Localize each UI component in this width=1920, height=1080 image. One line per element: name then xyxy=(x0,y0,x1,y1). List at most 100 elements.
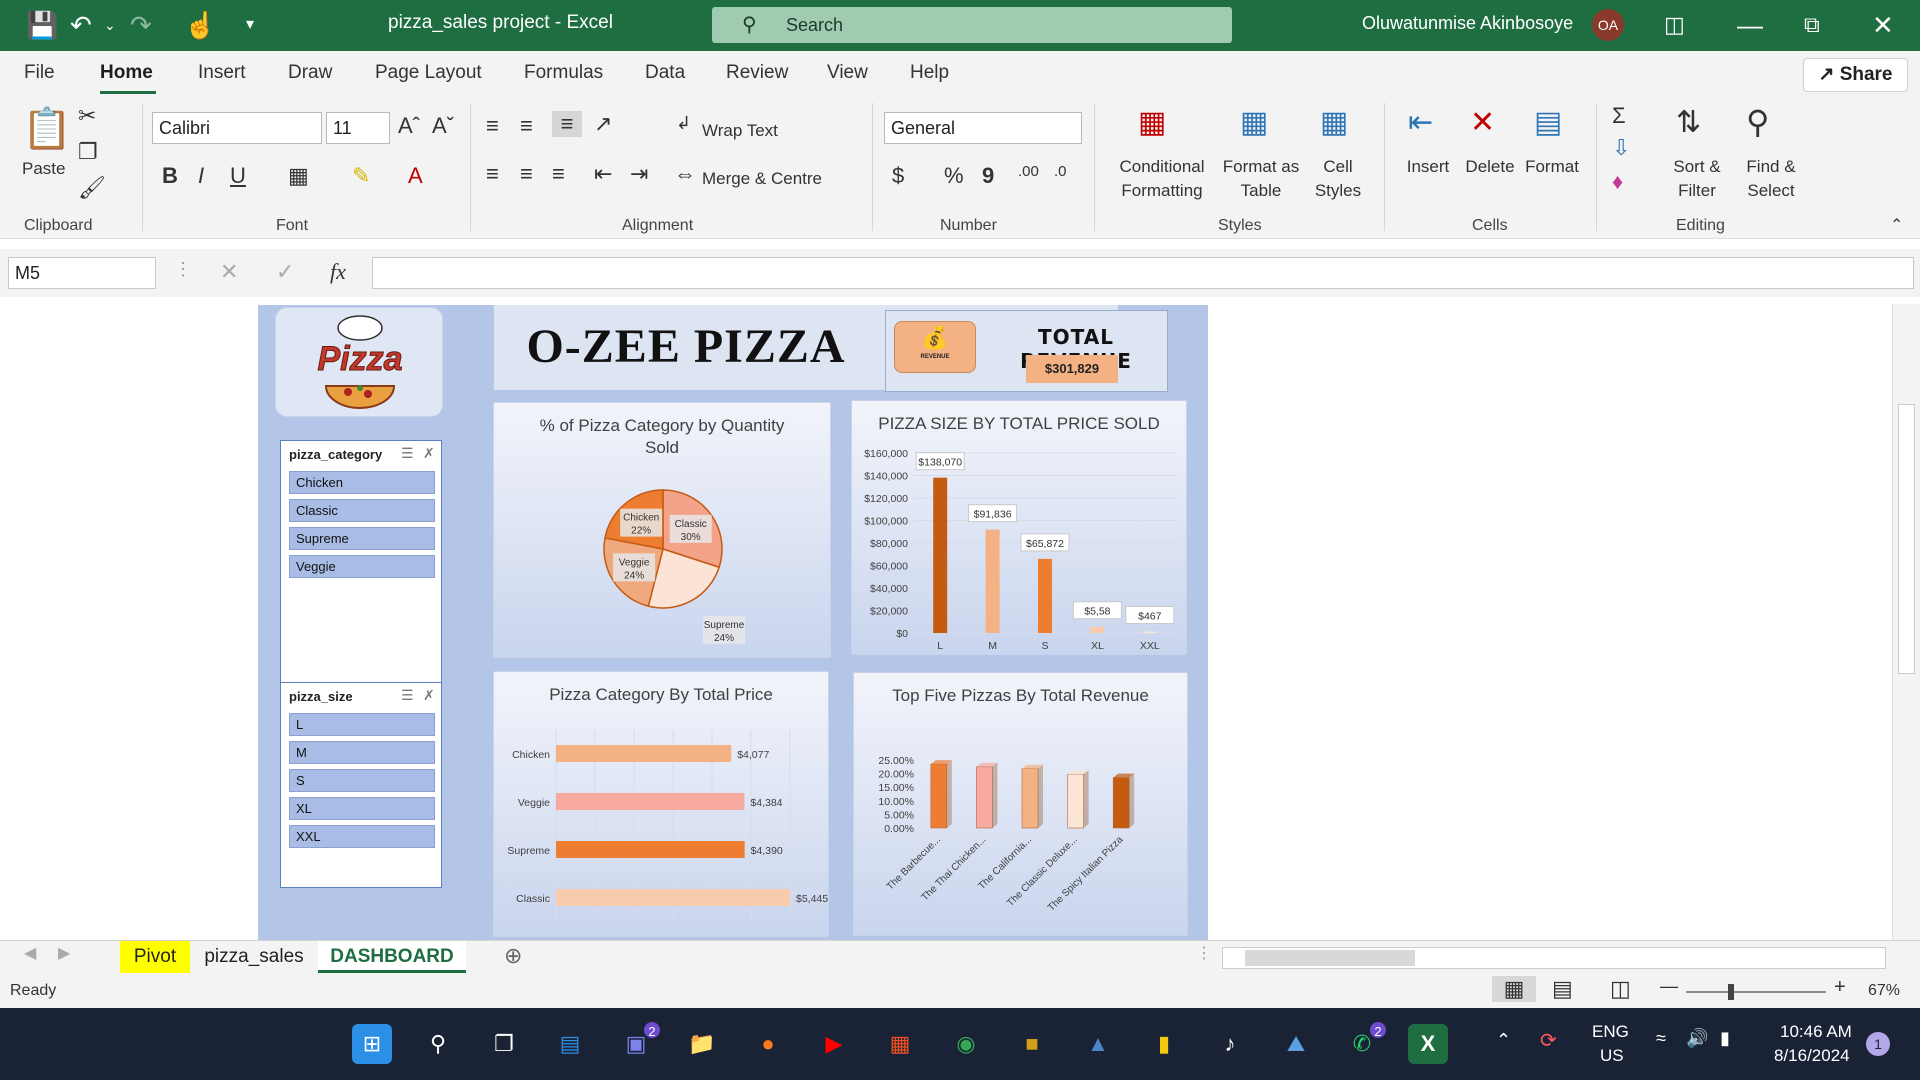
find-select-label-1[interactable]: Find & xyxy=(1738,157,1804,177)
tab-data[interactable]: Data xyxy=(645,62,685,84)
slicer-item-supreme[interactable]: Supreme xyxy=(289,527,435,550)
sync-icon[interactable]: ⟳ xyxy=(1540,1028,1557,1053)
tab-insert[interactable]: Insert xyxy=(198,62,246,84)
wifi-icon[interactable]: ≈ xyxy=(1656,1028,1666,1049)
widgets-icon[interactable]: ▤ xyxy=(550,1024,590,1064)
slicer-item-xl[interactable]: XL xyxy=(289,797,435,820)
ribbon-display-icon[interactable]: ◫ xyxy=(1664,8,1685,42)
conditional-formatting-label-1[interactable]: Conditional xyxy=(1110,157,1214,177)
wrap-text-button[interactable]: Wrap Text xyxy=(702,121,778,141)
borders-icon[interactable]: ▦ xyxy=(288,163,309,189)
format-as-table-icon[interactable]: ▦ xyxy=(1240,105,1268,140)
number-format-select[interactable]: General xyxy=(884,112,1082,144)
increase-indent-icon[interactable]: ⇥ xyxy=(630,161,648,187)
tab-view[interactable]: View xyxy=(827,62,868,84)
horizontal-scrollbar[interactable] xyxy=(1222,947,1886,969)
chart-top-five-pizzas[interactable]: Top Five Pizzas By Total Revenue 0.00% 5.… xyxy=(853,672,1188,936)
minimize-icon[interactable]: — xyxy=(1737,8,1763,42)
conditional-formatting-label-2[interactable]: Formatting xyxy=(1110,181,1214,201)
align-bottom-icon[interactable]: ≡ xyxy=(552,111,582,137)
align-middle-icon[interactable]: ≡ xyxy=(520,113,533,139)
undo-dropdown-icon[interactable]: ⌄ xyxy=(104,8,116,42)
youtube-icon[interactable]: ▶ xyxy=(814,1024,854,1064)
clock-time[interactable]: 10:46 AM xyxy=(1780,1022,1852,1042)
cancel-entry-icon[interactable]: ✕ xyxy=(220,259,238,285)
clear-filter-icon[interactable]: ✗ xyxy=(423,687,435,704)
tab-home[interactable]: Home xyxy=(100,62,153,84)
copy-icon[interactable]: ❐ xyxy=(78,139,98,165)
zoom-level[interactable]: 67% xyxy=(1868,982,1900,1000)
firefox-icon[interactable]: ● xyxy=(748,1024,788,1064)
tab-file[interactable]: File xyxy=(24,62,55,84)
page-layout-view-icon[interactable]: ▤ xyxy=(1552,976,1573,1002)
scroll-thumb[interactable] xyxy=(1898,404,1915,674)
align-right-icon[interactable]: ≡ xyxy=(552,161,565,187)
sort-filter-label-2[interactable]: Filter xyxy=(1664,181,1730,201)
font-name-select[interactable]: Calibri xyxy=(152,112,322,144)
paste-button[interactable]: Paste xyxy=(22,159,65,179)
tab-help[interactable]: Help xyxy=(910,62,949,84)
slicer-item-veggie[interactable]: Veggie xyxy=(289,555,435,578)
language-code[interactable]: ENG xyxy=(1592,1022,1629,1042)
align-top-icon[interactable]: ≡ xyxy=(486,113,499,139)
slicer-item-chicken[interactable]: Chicken xyxy=(289,471,435,494)
formula-input[interactable] xyxy=(372,257,1914,289)
undo-icon[interactable]: ↶ xyxy=(70,8,92,42)
chart-category-pie[interactable]: % of Pizza Category by Quantity Sold Chi… xyxy=(493,402,831,658)
slicer-item-s[interactable]: S xyxy=(289,769,435,792)
insert-function-button[interactable]: fx xyxy=(330,259,346,285)
zoom-slider-thumb[interactable] xyxy=(1728,984,1734,1000)
excel-icon[interactable]: X xyxy=(1408,1024,1448,1064)
app-icon[interactable]: ▲ xyxy=(1078,1024,1118,1064)
chart-size-by-price[interactable]: PIZZA SIZE BY TOTAL PRICE SOLD $0 $20,000… xyxy=(851,400,1187,655)
slicer-item-l[interactable]: L xyxy=(289,713,435,736)
format-cells-icon[interactable]: ▤ xyxy=(1534,105,1562,140)
search-icon[interactable]: ⚲ xyxy=(418,1024,458,1064)
name-box[interactable]: M5 xyxy=(8,257,156,289)
format-painter-icon[interactable]: 🖌 xyxy=(78,175,106,201)
task-view-icon[interactable]: ❐ xyxy=(484,1024,524,1064)
cell-styles-label-1[interactable]: Cell xyxy=(1308,157,1368,177)
sheet-tab-dashboard[interactable]: DASHBOARD xyxy=(318,941,466,973)
multi-select-icon[interactable]: ☰ xyxy=(401,445,414,462)
insert-cells-button[interactable]: Insert xyxy=(1398,157,1458,177)
tiktok-icon[interactable]: ♪ xyxy=(1210,1024,1250,1064)
align-center-icon[interactable]: ≡ xyxy=(520,161,533,187)
underline-button[interactable]: U xyxy=(230,163,246,189)
clear-icon[interactable]: ♦ xyxy=(1612,169,1623,195)
slicer-item-classic[interactable]: Classic xyxy=(289,499,435,522)
scroll-thumb[interactable] xyxy=(1245,950,1415,966)
decrease-indent-icon[interactable]: ⇤ xyxy=(594,161,612,187)
restore-icon[interactable]: ⧉ xyxy=(1804,8,1820,42)
touch-mode-icon[interactable]: ☝ xyxy=(184,8,216,42)
font-size-select[interactable]: 11 xyxy=(326,112,390,144)
cut-icon[interactable]: ✂ xyxy=(78,103,96,129)
close-icon[interactable]: ✕ xyxy=(1872,8,1894,42)
user-name[interactable]: Oluwatunmise Akinbosoye xyxy=(1362,13,1573,34)
notification-badge[interactable]: 1 xyxy=(1866,1032,1890,1056)
format-as-table-label-2[interactable]: Table xyxy=(1218,181,1304,201)
scroll-tabs-right-icon[interactable]: ▶ xyxy=(58,943,70,963)
percent-button[interactable]: % xyxy=(944,163,964,189)
decrease-decimal-icon[interactable]: .0 xyxy=(1054,163,1067,180)
collapse-ribbon-icon[interactable]: ⌃ xyxy=(1890,215,1903,235)
volume-icon[interactable]: 🔊 xyxy=(1686,1028,1708,1049)
vertical-scrollbar[interactable] xyxy=(1892,304,1920,940)
normal-view-icon[interactable]: ▦ xyxy=(1492,976,1536,1002)
italic-button[interactable]: I xyxy=(198,163,204,189)
zoom-out-icon[interactable]: — xyxy=(1660,976,1678,997)
customize-toolbar-icon[interactable]: ▾ xyxy=(246,8,254,42)
fill-color-icon[interactable]: ✎ xyxy=(352,163,370,189)
increase-decimal-icon[interactable]: .00 xyxy=(1018,163,1039,180)
tab-draw[interactable]: Draw xyxy=(288,62,332,84)
store-icon[interactable]: ▦ xyxy=(880,1024,920,1064)
sheet-tab-pivot[interactable]: Pivot xyxy=(120,941,190,973)
font-color-icon[interactable]: A xyxy=(408,163,423,189)
tab-page-layout[interactable]: Page Layout xyxy=(375,62,482,84)
slicer-item-xxl[interactable]: XXL xyxy=(289,825,435,848)
insert-cells-icon[interactable]: ⇤ xyxy=(1408,105,1433,140)
cell-styles-icon[interactable]: ▦ xyxy=(1320,105,1348,140)
sort-filter-icon[interactable]: ⇅ xyxy=(1676,105,1701,140)
delete-cells-icon[interactable]: ✕ xyxy=(1470,105,1495,140)
increase-font-icon[interactable]: Aˆ xyxy=(398,113,420,139)
